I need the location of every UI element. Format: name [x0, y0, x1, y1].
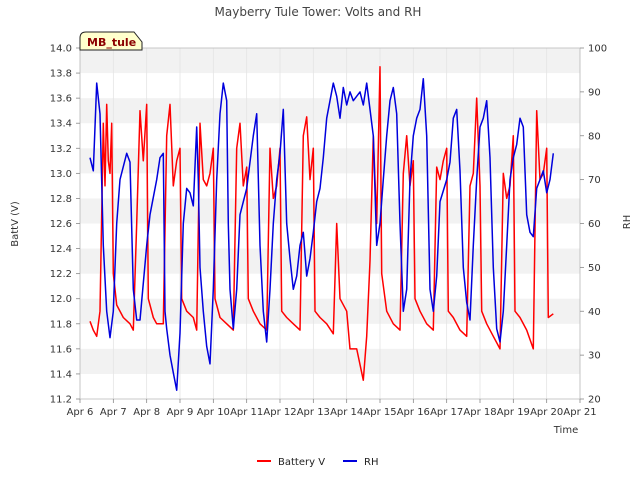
- y-axis-label-right: RH: [622, 215, 633, 229]
- x-tick-label: Apr 6: [67, 407, 94, 418]
- chart: Mayberry Tule Tower: Volts and RH Apr 6 A…: [10, 5, 633, 468]
- grid-band: [80, 198, 580, 224]
- badge-label: MB_tule: [87, 36, 136, 49]
- y-tick-label-left: 13.0: [50, 169, 72, 180]
- y-tick-label-right: 20: [588, 395, 601, 406]
- y-tick-label-left: 14.0: [50, 44, 72, 55]
- y-tick-label-left: 12.8: [50, 194, 72, 205]
- y-tick-label-right: 100: [588, 44, 607, 55]
- legend-label-rh: RH: [364, 457, 378, 468]
- y-axis-label-left: BattV (V): [10, 201, 21, 247]
- x-tick-label: Apr 10: [197, 407, 230, 418]
- y-tick-label-left: 11.4: [50, 369, 72, 380]
- y-tick-label-left: 13.8: [50, 69, 72, 80]
- x-tick-label: Apr 12: [263, 407, 296, 418]
- y-tick-label-right: 50: [588, 263, 601, 274]
- y-tick-label-left: 13.4: [50, 119, 72, 130]
- y-tick-label-right: 90: [588, 87, 601, 98]
- x-ticks: Apr 6 Apr 7 Apr 8 Apr 9 Apr 10 Apr 11 Apr 12 Ap…: [67, 399, 597, 418]
- x-tick-label: Apr 8: [133, 407, 160, 418]
- station-badge: MB_tule: [79, 31, 143, 51]
- x-tick-label: Apr 14: [330, 407, 363, 418]
- y-tick-label-right: 80: [588, 131, 601, 142]
- x-tick-label: Apr 21: [563, 407, 596, 418]
- y-tick-label-left: 11.6: [50, 344, 72, 355]
- x-tick-label: Apr 15: [363, 407, 396, 418]
- y-tick-label-right: 40: [588, 307, 601, 318]
- y-tick-label-right: 60: [588, 219, 601, 230]
- y-tick-label-left: 13.6: [50, 94, 72, 105]
- x-tick-label: Apr 16: [397, 407, 430, 418]
- y-tick-label-right: 30: [588, 351, 601, 362]
- series-line-rh: [89, 77, 555, 391]
- x-axis-label: Time: [553, 425, 578, 436]
- x-tick-label: Apr 17: [430, 407, 463, 418]
- y-ticks-left: 11.2 11.4 11.6 11.8 12.0 12.2 12.4 12.6 12.8 13.0…: [50, 44, 80, 406]
- y-tick-label-left: 12.4: [50, 244, 72, 255]
- y-tick-label-left: 11.2: [50, 395, 72, 406]
- y-tick-label-left: 13.2: [50, 144, 72, 155]
- y-tick-label-left: 11.8: [50, 319, 72, 330]
- grid-band: [80, 48, 580, 74]
- legend-label-battery: Battery V: [278, 457, 325, 468]
- x-tick-label: Apr 20: [530, 407, 563, 418]
- y-tick-label-left: 12.6: [50, 219, 72, 230]
- x-tick-label: Apr 11: [230, 407, 263, 418]
- x-tick-label: Apr 13: [297, 407, 330, 418]
- x-tick-label: Apr 7: [100, 407, 127, 418]
- y-ticks-right: 20 30 40 50 60 70 80 90 100: [580, 44, 607, 406]
- chart-title: Mayberry Tule Tower: Volts and RH: [215, 5, 422, 19]
- grid-band: [80, 348, 580, 374]
- grid-band: [80, 148, 580, 174]
- x-tick-label: Apr 19: [497, 407, 530, 418]
- y-tick-label-left: 12.0: [50, 294, 72, 305]
- y-tick-label-right: 70: [588, 175, 601, 186]
- legend: Battery V RH: [257, 457, 378, 468]
- x-tick-label: Apr 18: [463, 407, 496, 418]
- y-tick-label-left: 12.2: [50, 269, 72, 280]
- x-tick-label: Apr 9: [167, 407, 194, 418]
